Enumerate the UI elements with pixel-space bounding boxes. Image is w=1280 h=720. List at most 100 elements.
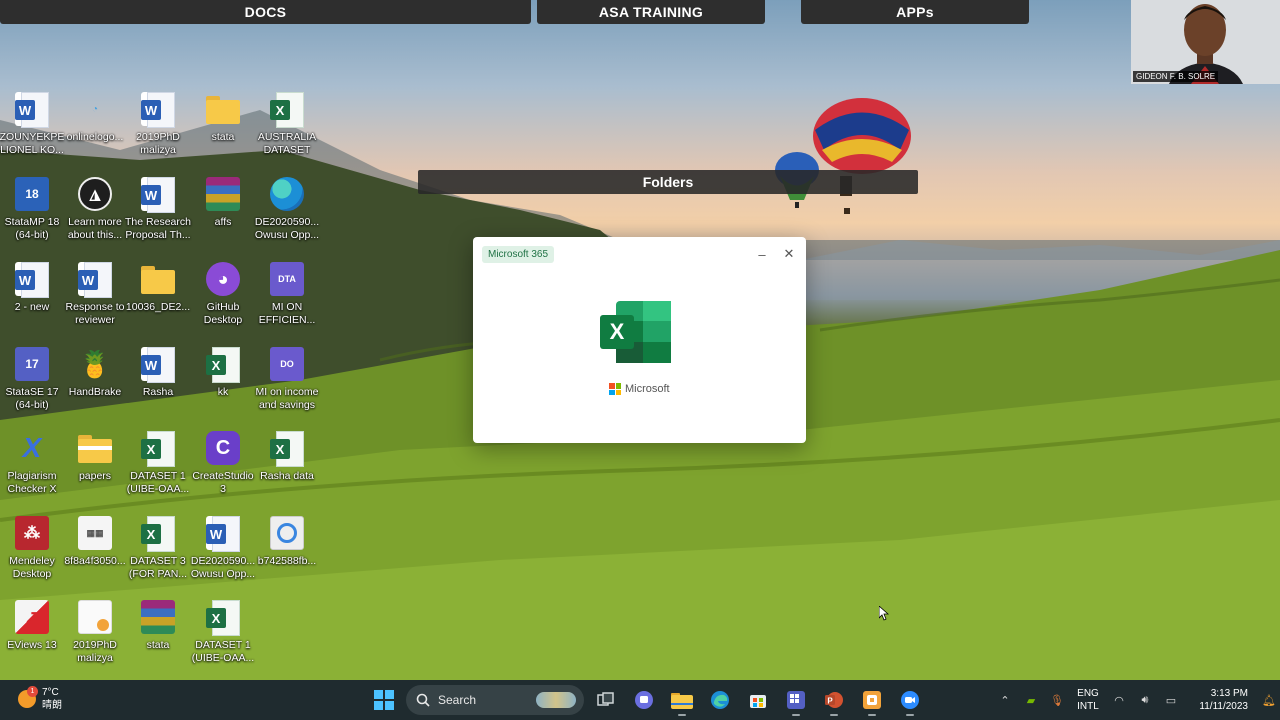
search-highlight-icon: [536, 692, 576, 708]
desktop-icon-label: DE2020590... Owusu Opp...: [190, 555, 256, 580]
excel-logo-icon: X: [600, 301, 671, 363]
taskbar-apps: Search P: [368, 684, 926, 716]
excel-splash-window: Microsoft 365 – ✕ X Microsoft: [473, 237, 806, 443]
folder-icon: [206, 92, 240, 126]
handbrake-icon: 🍍: [78, 348, 112, 379]
desktop-icon[interactable]: X DATASET 1 (UIBE-OAA...: [191, 600, 255, 665]
powerpoint-button[interactable]: P: [818, 684, 850, 716]
zoom-button[interactable]: [894, 684, 926, 716]
desktop-icon[interactable]: 🍍 HandBrake: [63, 347, 127, 399]
weather-condition: 晴朗: [42, 700, 62, 711]
language-line2: INTL: [1077, 701, 1099, 712]
store-button[interactable]: [742, 684, 774, 716]
desktop-icon[interactable]: ◔ onlinelogo...: [63, 92, 127, 144]
pdf-file-icon: [78, 600, 112, 634]
github-icon: ◕: [206, 262, 240, 296]
desktop-icon[interactable]: stata: [126, 600, 190, 652]
bell-icon: 🔔︎: [1262, 694, 1276, 707]
clock[interactable]: 3:13 PM 11/11/2023: [1184, 687, 1248, 713]
desktop-icon[interactable]: Xkk: [191, 347, 255, 399]
desktop-icon[interactable]: 17 StataSE 17 (64-bit): [0, 347, 64, 412]
asa-training-tab-label: ASA TRAINING: [598, 4, 704, 20]
desktop-icon[interactable]: affs: [191, 177, 255, 229]
volume-button[interactable]: 🔊︎: [1132, 680, 1158, 720]
desktop-icon[interactable]: 10036_DE2...: [126, 262, 190, 314]
desktop-icon[interactable]: stata: [191, 92, 255, 144]
microsoft-logo-icon: [609, 383, 621, 395]
desktop-icon[interactable]: DTA MI ON EFFICIEN...: [255, 262, 319, 327]
microphone-tray-button[interactable]: 🎙: [1044, 680, 1070, 720]
desktop-icon-label: b742588fb...: [257, 555, 317, 567]
weather-widget[interactable]: 1 7°C 晴朗: [18, 686, 62, 712]
desktop-icon[interactable]: W The Research Proposal Th...: [125, 177, 191, 242]
taskbar-search-box[interactable]: Search: [406, 685, 584, 715]
desktop-icon-label: Learn more about this...: [67, 216, 123, 241]
notifications-button[interactable]: 🔔︎: [1258, 680, 1280, 720]
desktop-icon[interactable]: ↗ EViews 13: [0, 600, 64, 652]
desktop-icon-label: 2019PhD malizya: [73, 639, 117, 664]
desktop-icon[interactable]: DO MI on income and savings: [255, 347, 319, 412]
windows-start-button[interactable]: [368, 684, 400, 716]
teams-chat-button[interactable]: [628, 684, 660, 716]
wifi-button[interactable]: ◠: [1106, 680, 1132, 720]
stata-data-icon: DO: [270, 347, 304, 381]
webcam-overlay: GIDEON F. B. SOLRE: [1131, 0, 1280, 84]
desktop-icon-label: CreateStudio 3: [192, 470, 254, 495]
weather-temperature: 7°C: [42, 687, 59, 698]
microsoft-brand-label: Microsoft: [625, 383, 670, 395]
desktop-icon[interactable]: W 2 - new: [0, 262, 64, 314]
search-placeholder: Search: [438, 693, 477, 707]
show-hidden-icons-button[interactable]: ⌃: [992, 680, 1018, 720]
desktop-icon-label: 10036_DE2...: [125, 301, 191, 313]
desktop-icon[interactable]: W Response to reviewer: [63, 262, 127, 327]
stata-icon: 18: [15, 177, 49, 211]
ms365-button[interactable]: [856, 684, 888, 716]
desktop-icon[interactable]: W DE2020590... Owusu Opp...: [191, 516, 255, 581]
desktop-icon[interactable]: X Plagiarism Checker X: [0, 431, 64, 496]
apps-tab[interactable]: APPs: [801, 0, 1029, 24]
desktop-icon[interactable]: X DATASET 3 (FOR PAN...: [126, 516, 190, 581]
input-language-button[interactable]: ENG INTL: [1070, 687, 1106, 713]
asa-training-tab[interactable]: ASA TRAINING: [537, 0, 765, 24]
desktop-icon-label: DATASET 1 (UIBE-OAA...: [126, 470, 190, 495]
edge-taskbar-button[interactable]: [704, 684, 736, 716]
desktop-icon[interactable]: C CreateStudio 3: [191, 431, 255, 496]
task-view-icon: [597, 692, 614, 706]
winrar-icon: [141, 600, 175, 634]
excel-file-icon: X: [141, 431, 175, 467]
desktop-icon-label: StataMP 18 (64-bit): [4, 216, 60, 241]
desktop-icon-label: onlinelogo...: [66, 131, 124, 143]
close-button[interactable]: ✕: [781, 246, 797, 262]
teams-icon: [635, 691, 653, 709]
wifi-icon: ◠: [1114, 694, 1124, 707]
windows-start-icon: [374, 690, 394, 710]
desktop-icon[interactable]: ⁂ Mendeley Desktop: [0, 516, 64, 581]
stata-icon: [787, 691, 805, 709]
docs-tab[interactable]: DOCS: [0, 0, 531, 24]
desktop-icon[interactable]: X AUSTRALIA DATASET: [255, 92, 319, 157]
ms365-icon: [863, 691, 881, 709]
desktop-icon[interactable]: W 2019PhD malizya: [126, 92, 190, 157]
desktop-icon[interactable]: X DATASET 1 (UIBE-OAA...: [126, 431, 190, 496]
desktop-icon[interactable]: ▦▦ 8f8a4f3050...: [63, 516, 127, 568]
word-doc-icon: W: [15, 92, 49, 128]
desktop-icon[interactable]: ◮ Learn more about this...: [63, 177, 127, 242]
stata-taskbar-button[interactable]: [780, 684, 812, 716]
chevron-up-icon: ⌃: [1000, 694, 1010, 707]
desktop-icon[interactable]: 18 StataMP 18 (64-bit): [0, 177, 64, 242]
excel-file-icon: X: [141, 516, 175, 552]
desktop-icon[interactable]: b742588fb...: [255, 516, 319, 568]
minimize-button[interactable]: –: [754, 246, 770, 262]
desktop-icon[interactable]: 2019PhD malizya: [63, 600, 127, 665]
folders-bar[interactable]: Folders: [418, 170, 918, 194]
desktop-icon[interactable]: papers: [63, 431, 127, 483]
desktop-icon[interactable]: DE2020590... Owusu Opp...: [255, 177, 319, 242]
task-view-button[interactable]: [590, 684, 622, 716]
nvidia-tray-button[interactable]: ▰: [1018, 680, 1044, 720]
battery-button[interactable]: ▭: [1158, 680, 1184, 720]
desktop-icon[interactable]: X Rasha data: [255, 431, 319, 483]
desktop-icon[interactable]: W ZOUNYEKPE LIONEL KO...: [0, 92, 64, 157]
file-explorer-button[interactable]: [666, 684, 698, 716]
desktop-icon[interactable]: W Rasha: [126, 347, 190, 399]
desktop-icon[interactable]: ◕ GitHub Desktop: [191, 262, 255, 327]
